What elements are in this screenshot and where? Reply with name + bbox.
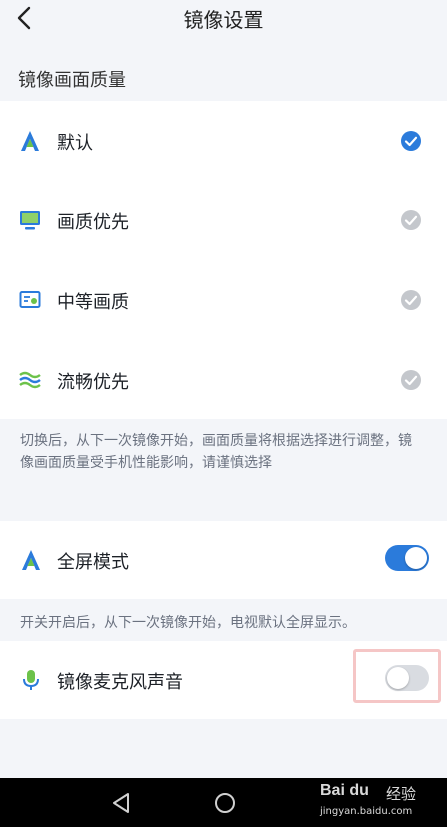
quality-note: 切换后，从下一次镜像开始，画面质量将根据选择进行调整，镜像画面质量受手机性能影响…	[20, 433, 412, 471]
top-bar: 镜像设置	[0, 0, 447, 40]
quality-section-label: 镜像画面质量	[18, 70, 126, 91]
nav-home-icon[interactable]	[214, 792, 236, 814]
highlight-annotation-box	[353, 649, 441, 703]
nav-back-icon[interactable]	[110, 792, 132, 814]
watermark-text: 经验	[386, 785, 417, 803]
letter-a-icon	[22, 550, 40, 570]
fullscreen-label: 全屏模式	[57, 552, 129, 573]
baidu-watermark: Bai du 经验 jingyan.baidu.com	[320, 782, 442, 824]
mic-label: 镜像麦克风声音	[57, 672, 183, 693]
page-title: 镜像设置	[183, 8, 264, 32]
letter-a-icon	[21, 131, 39, 151]
quality-option-label: 画质优先	[57, 212, 129, 233]
quality-option-label: 默认	[57, 133, 93, 154]
fullscreen-toggle[interactable]	[385, 545, 429, 571]
check-unselected-icon	[401, 370, 421, 390]
quality-options-card: 默认 画质优先 中等画质 流畅优先	[0, 101, 447, 419]
quality-option-high[interactable]: 画质优先	[0, 190, 447, 250]
toggle-knob	[405, 547, 427, 569]
watermark-logo: Bai du	[320, 782, 369, 799]
monitor-icon	[20, 211, 40, 230]
quality-option-label: 流畅优先	[57, 372, 129, 393]
microphone-icon	[23, 670, 39, 690]
fullscreen-card: 全屏模式	[0, 521, 447, 599]
quality-option-label: 中等画质	[57, 292, 129, 313]
screen-card-icon	[19, 291, 41, 308]
quality-option-smooth[interactable]: 流畅优先	[0, 350, 447, 410]
watermark-url: jingyan.baidu.com	[320, 806, 413, 817]
fullscreen-note: 开关开启后，从下一次镜像开始，电视默认全屏显示。	[20, 615, 356, 631]
quality-option-default[interactable]: 默认	[0, 111, 447, 171]
quality-option-medium[interactable]: 中等画质	[0, 270, 447, 330]
check-unselected-icon	[401, 290, 421, 310]
fullscreen-row: 全屏模式	[0, 530, 447, 590]
check-selected-icon	[401, 131, 421, 151]
waves-icon	[19, 371, 41, 389]
check-unselected-icon	[401, 210, 421, 230]
